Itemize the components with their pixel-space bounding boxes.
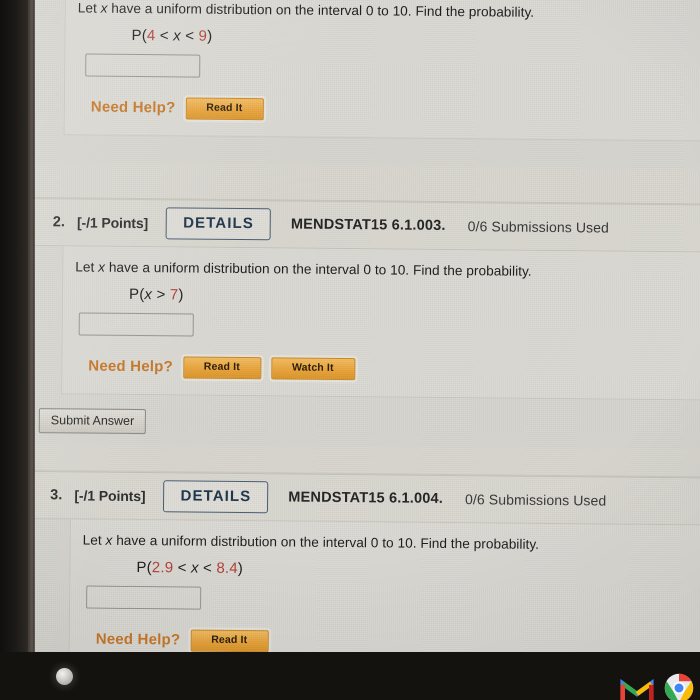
expr-open-paren: P( bbox=[128, 285, 145, 304]
question-block-1: Let x have a uniform distribution on the… bbox=[32, 0, 700, 142]
expr-close-paren: ) bbox=[207, 27, 213, 45]
question-2-number: 2. bbox=[52, 214, 66, 231]
question-2-code: MENDSTAT15 6.1.003. bbox=[290, 216, 446, 234]
prompt-suffix: have a uniform distribution on the inter… bbox=[104, 259, 532, 279]
expr-operator-1: < bbox=[155, 27, 174, 45]
read-it-button-2[interactable]: Read It bbox=[182, 356, 261, 379]
need-help-label-3: Need Help? bbox=[95, 630, 181, 649]
question-3-code: MENDSTAT15 6.1.004. bbox=[288, 489, 444, 507]
expr-upper-bound: 9 bbox=[198, 27, 208, 45]
submit-answer-button-2[interactable]: Submit Answer bbox=[38, 407, 147, 435]
question-3-points: [-/1 Points] bbox=[74, 487, 146, 505]
answer-input-2[interactable] bbox=[78, 312, 194, 337]
question-1-body: Let x have a uniform distribution on the… bbox=[63, 0, 700, 142]
question-3-prompt: Let x have a uniform distribution on the… bbox=[83, 533, 700, 554]
expr-open-paren: P( bbox=[131, 26, 148, 45]
question-block-2: 2. [-/1 Points] DETAILS MENDSTAT15 6.1.0… bbox=[29, 197, 700, 440]
expr-open-paren: P( bbox=[136, 559, 152, 577]
screenshot-root: Let x have a uniform distribution on the… bbox=[0, 0, 700, 700]
question-3-submissions: 0/6 Submissions Used bbox=[464, 491, 607, 509]
answer-input-1[interactable] bbox=[85, 53, 201, 78]
need-help-label-2: Need Help? bbox=[88, 357, 173, 376]
prompt-prefix: Let bbox=[75, 259, 99, 275]
question-3-number: 3. bbox=[50, 487, 63, 504]
expr-operator-2: < bbox=[180, 27, 199, 45]
prompt-suffix: have a uniform distribution on the inter… bbox=[107, 0, 535, 20]
expr-operator-1: < bbox=[173, 559, 192, 577]
answer-input-3[interactable] bbox=[86, 585, 202, 610]
need-help-row-2: Need Help? Read It Watch It bbox=[74, 355, 700, 383]
home-circle-icon[interactable] bbox=[56, 668, 73, 685]
expr-upper-bound: 8.4 bbox=[216, 559, 238, 577]
question-1-expression: P(4 < x < 9) bbox=[131, 27, 700, 50]
details-button-3[interactable]: DETAILS bbox=[163, 480, 269, 514]
expr-operator-2: < bbox=[198, 559, 217, 577]
question-3-body: Let x have a uniform distribution on the… bbox=[68, 519, 700, 674]
expr-close-paren: ) bbox=[178, 286, 184, 304]
prompt-prefix: Let bbox=[82, 532, 106, 548]
read-it-button-1[interactable]: Read It bbox=[185, 97, 264, 120]
question-2-prompt: Let x have a uniform distribution on the… bbox=[75, 259, 700, 280]
laptop-bezel-left-highlight bbox=[28, 0, 35, 700]
laptop-screen: Let x have a uniform distribution on the… bbox=[26, 0, 700, 683]
need-help-row-1: Need Help? Read It bbox=[77, 96, 700, 124]
question-3-expression: P(2.9 < x < 8.4) bbox=[136, 559, 700, 582]
need-help-label-1: Need Help? bbox=[90, 98, 176, 117]
taskbar-icons bbox=[620, 673, 694, 700]
expr-operator-2: > bbox=[152, 286, 170, 304]
question-2-header: 2. [-/1 Points] DETAILS MENDSTAT15 6.1.0… bbox=[30, 197, 700, 253]
question-2-points: [-/1 Points] bbox=[76, 214, 149, 232]
expr-lower-bound: 2.9 bbox=[151, 559, 174, 577]
question-block-3: 3. [-/1 Points] DETAILS MENDSTAT15 6.1.0… bbox=[26, 470, 700, 674]
question-2-body: Let x have a uniform distribution on the… bbox=[61, 246, 700, 401]
submit-row-2: Submit Answer bbox=[38, 407, 700, 440]
prompt-suffix: have a uniform distribution on the inter… bbox=[112, 532, 540, 552]
read-it-button-3[interactable]: Read It bbox=[190, 629, 269, 652]
watch-it-button-2[interactable]: Watch It bbox=[270, 357, 355, 380]
question-2-submissions: 0/6 Submissions Used bbox=[467, 218, 610, 236]
details-button-2[interactable]: DETAILS bbox=[166, 207, 272, 241]
chrome-icon[interactable] bbox=[664, 673, 694, 700]
expr-close-paren: ) bbox=[237, 559, 244, 578]
question-2-expression: P(x > 7) bbox=[129, 286, 700, 309]
taskbar bbox=[0, 652, 700, 700]
expr-lower-bound: 4 bbox=[146, 27, 156, 45]
gmail-icon[interactable] bbox=[620, 677, 654, 700]
prompt-prefix: Let bbox=[77, 0, 101, 16]
question-1-prompt: Let x have a uniform distribution on the… bbox=[78, 0, 700, 21]
question-3-header: 3. [-/1 Points] DETAILS MENDSTAT15 6.1.0… bbox=[27, 470, 700, 526]
